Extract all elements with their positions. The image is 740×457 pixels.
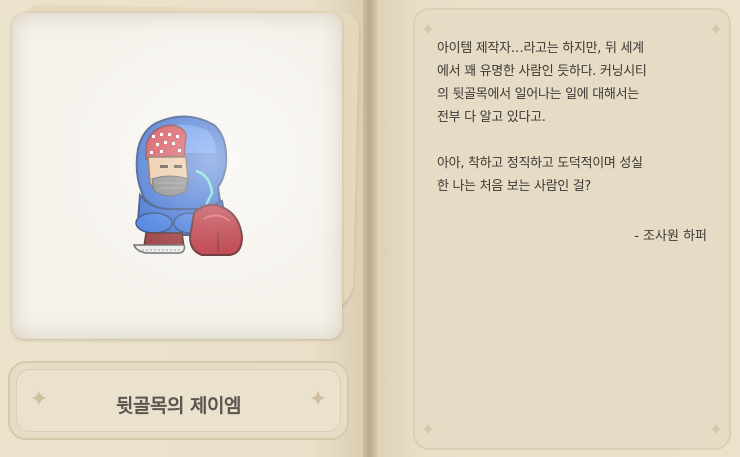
sparkle-icon <box>710 23 722 35</box>
sparkle-icon <box>422 423 434 435</box>
character-name-plate: 뒷골목의 제이엠 <box>8 361 349 440</box>
sparkle-icon <box>310 390 326 406</box>
book-spine <box>363 0 377 457</box>
description-paragraph: 아이템 제작자…라고는 하지만, 뒤 세계 에서 꽤 유명한 사람인 듯하다. … <box>437 41 647 125</box>
sparkle-icon <box>710 423 722 435</box>
character-name: 뒷골목의 제이엠 <box>116 395 241 417</box>
description-paragraph: 아아, 착하고 정직하고 도덕적이며 성실 한 나는 처음 보는 사람인 걸? <box>437 156 643 194</box>
portrait-card <box>12 13 342 339</box>
character-description: 아이템 제작자…라고는 하지만, 뒤 세계 에서 꽤 유명한 사람인 듯하다. … <box>437 37 717 221</box>
hooded-character-sprite <box>132 115 244 256</box>
description-signature: - 조사원 하퍼 <box>634 229 707 244</box>
sparkle-icon <box>422 23 434 35</box>
character-description-panel: 아이템 제작자…라고는 하지만, 뒤 세계 에서 꽤 유명한 사람인 듯하다. … <box>413 8 731 450</box>
